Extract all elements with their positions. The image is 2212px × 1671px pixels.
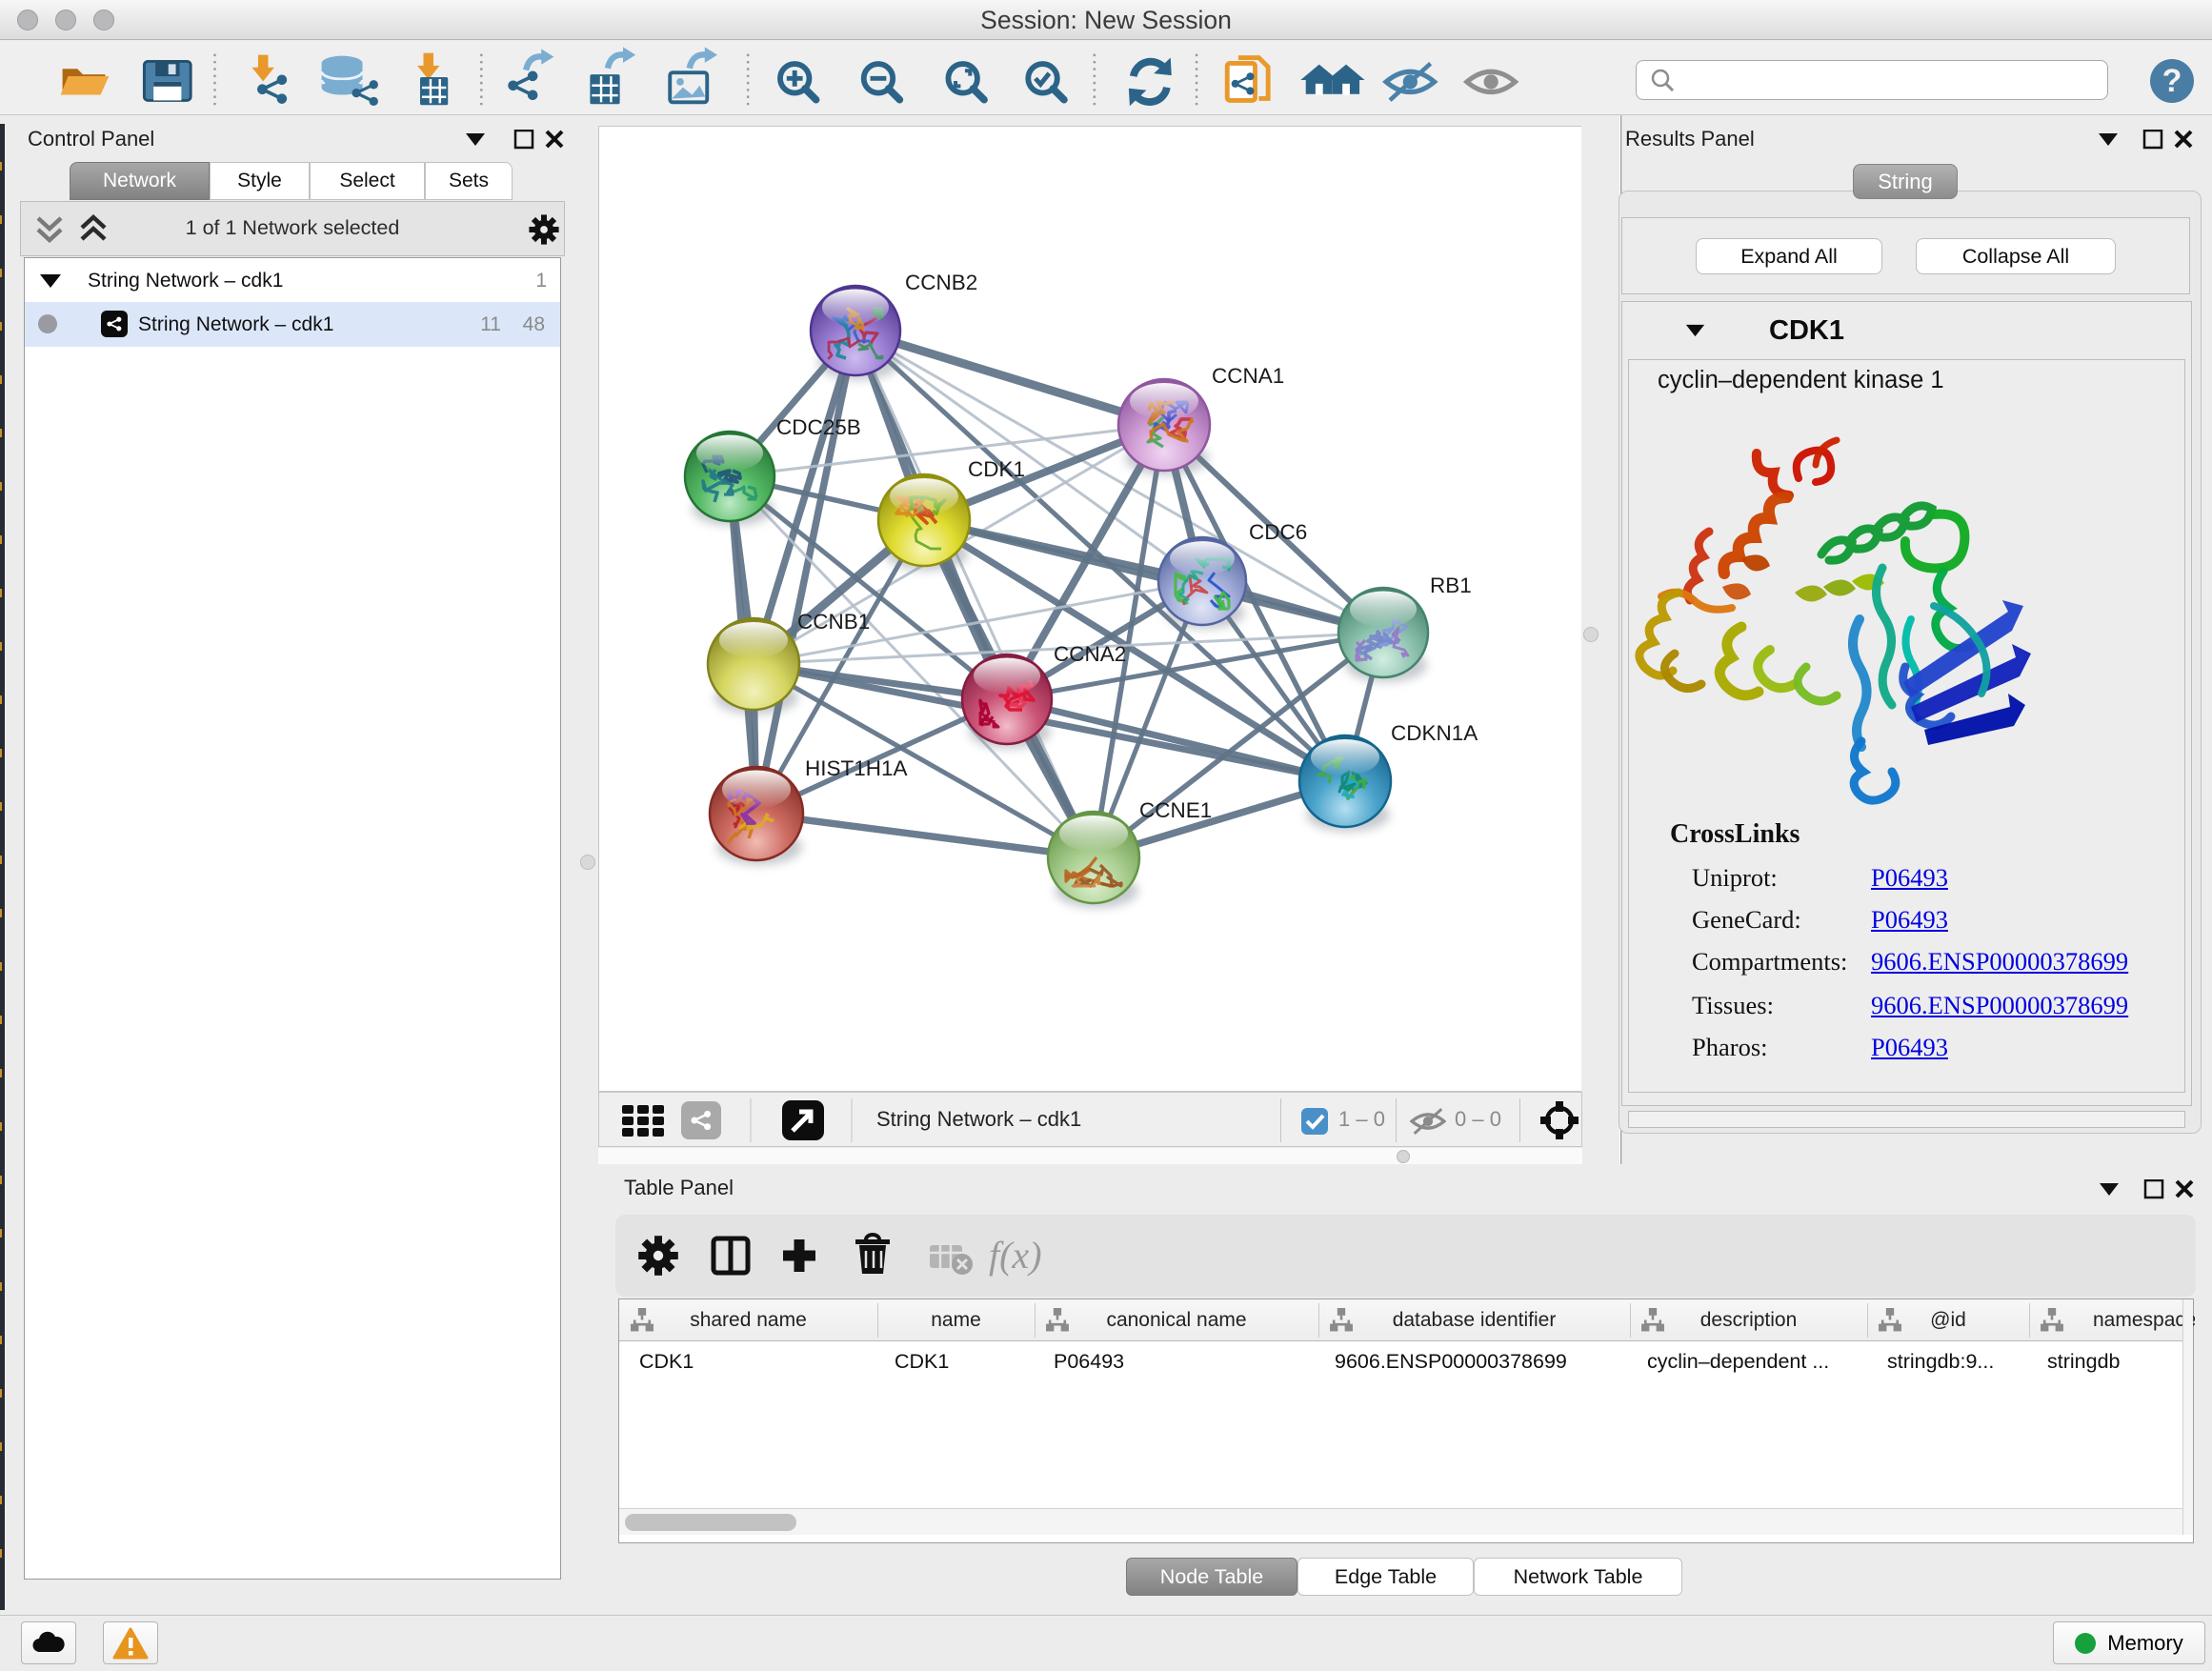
svg-text:CCNB2: CCNB2 (905, 271, 977, 294)
svg-text:CDC6: CDC6 (1249, 520, 1307, 544)
svg-text:CCNB1: CCNB1 (797, 610, 870, 634)
svg-text:RB1: RB1 (1430, 574, 1472, 597)
svg-text:CCNA2: CCNA2 (1054, 642, 1126, 666)
svg-text:CDK1: CDK1 (968, 457, 1025, 481)
svg-text:?: ? (2162, 63, 2182, 99)
svg-text:CDKN1A: CDKN1A (1391, 721, 1478, 745)
svg-text:f(x): f(x) (989, 1234, 1042, 1277)
svg-text:CCNA1: CCNA1 (1212, 364, 1284, 388)
svg-text:HIST1H1A: HIST1H1A (805, 756, 908, 780)
svg-text:CDC25B: CDC25B (776, 415, 861, 439)
svg-text:CCNE1: CCNE1 (1139, 798, 1212, 822)
